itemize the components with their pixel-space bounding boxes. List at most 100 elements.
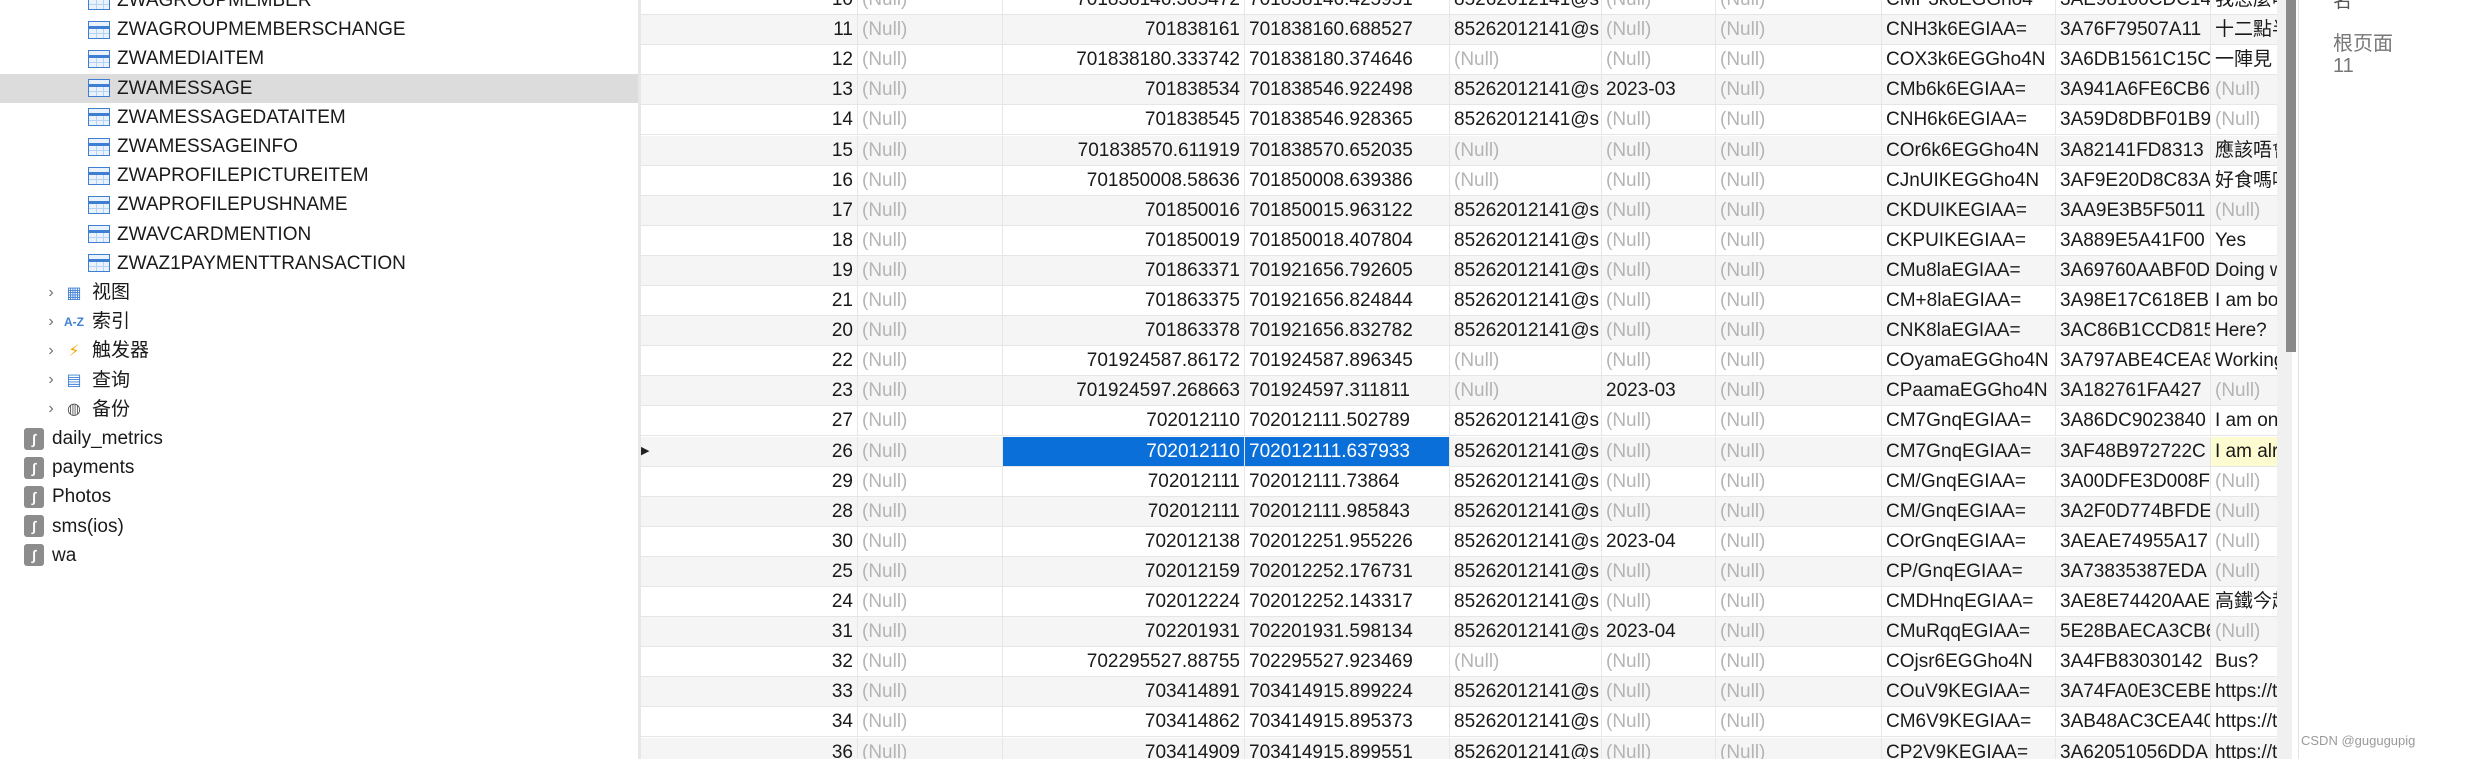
- cell-s6[interactable]: (Null): [2211, 75, 2277, 104]
- table-row[interactable]: 29 (Null) 702012111 702012111.73864 85262012…: [641, 466, 2277, 497]
- cell-s1[interactable]: 85262012141@s: [1450, 466, 1602, 496]
- cell-s2[interactable]: (Null): [1602, 225, 1716, 255]
- cell-s6[interactable]: (Null): [2211, 105, 2277, 134]
- cell-id[interactable]: 30: [647, 526, 858, 556]
- cell-n2[interactable]: 701838161: [1003, 15, 1245, 45]
- cell-s5[interactable]: 3A86DC9023840: [2056, 406, 2211, 436]
- cell-s3[interactable]: (Null): [1716, 75, 1882, 105]
- cell-s5[interactable]: 3A00DFE3D008F: [2056, 466, 2211, 496]
- cell-s3[interactable]: (Null): [1716, 466, 1882, 496]
- cell-n1[interactable]: (Null): [858, 225, 1003, 255]
- cell-n1[interactable]: (Null): [858, 195, 1003, 225]
- cell-n3[interactable]: 701838546.928365: [1245, 105, 1450, 135]
- cell-s6[interactable]: (Null): [2211, 617, 2277, 646]
- cell-n1[interactable]: (Null): [858, 466, 1003, 496]
- table-row[interactable]: ▶ 26 (Null) 702012110 702012111.637933 852620…: [641, 436, 2277, 467]
- cell-s3[interactable]: (Null): [1716, 737, 1882, 759]
- cell-s3[interactable]: (Null): [1716, 286, 1882, 315]
- cell-id[interactable]: 16: [647, 165, 858, 195]
- cell-n3[interactable]: 701850018.407804: [1245, 225, 1450, 255]
- cell-s2[interactable]: (Null): [1602, 15, 1716, 45]
- table-row[interactable]: 12 (Null) 701838180.333742 701838180.374646…: [641, 45, 2277, 76]
- cell-s2[interactable]: (Null): [1602, 0, 1716, 14]
- cell-s3[interactable]: (Null): [1716, 135, 1882, 165]
- table-row[interactable]: 13 (Null) 701838534 701838546.922498 8526201…: [641, 75, 2277, 106]
- cell-s2[interactable]: (Null): [1602, 286, 1716, 315]
- cell-id[interactable]: 24: [647, 587, 858, 616]
- cell-n2[interactable]: 702201931: [1003, 617, 1245, 647]
- tree-table-item[interactable]: ZWAGROUPMEMBERSCHANGE: [0, 15, 638, 44]
- cell-s4[interactable]: CMu8laEGIAA=: [1882, 255, 2056, 285]
- cell-s1[interactable]: 85262012141@s: [1450, 15, 1602, 45]
- cell-n1[interactable]: (Null): [858, 346, 1003, 376]
- cell-s2[interactable]: (Null): [1602, 737, 1716, 759]
- cell-s3[interactable]: (Null): [1716, 15, 1882, 45]
- cell-s1[interactable]: 85262012141@s: [1450, 737, 1602, 759]
- cell-n3[interactable]: 701838546.922498: [1245, 75, 1450, 105]
- tree-table-item[interactable]: ZWAMESSAGE: [0, 73, 638, 103]
- cell-n3[interactable]: 702295527.923469: [1245, 647, 1450, 677]
- cell-s2[interactable]: (Null): [1602, 707, 1716, 737]
- cell-id[interactable]: 33: [647, 677, 858, 707]
- cell-s5[interactable]: 5E28BAECA3CB6: [2056, 617, 2211, 647]
- cell-s1[interactable]: (Null): [1450, 376, 1602, 406]
- cell-s1[interactable]: 85262012141@s: [1450, 75, 1602, 105]
- cell-s6[interactable]: Working: [2211, 346, 2277, 375]
- tree-table-item[interactable]: ZWAPROFILEPICTUREITEM: [0, 161, 638, 190]
- cell-s5[interactable]: 3A69760AABF0D: [2056, 255, 2211, 285]
- cell-s6[interactable]: 應該唔會掛: [2211, 136, 2277, 165]
- grid-scrollbar-thumb[interactable]: [2286, 0, 2296, 352]
- cell-s5[interactable]: 3A797ABE4CEA8: [2056, 346, 2211, 376]
- cell-s6[interactable]: https://t.me/s2he: [2211, 707, 2277, 736]
- cell-id[interactable]: 26: [647, 436, 858, 466]
- cell-n1[interactable]: (Null): [858, 135, 1003, 165]
- table-row[interactable]: 14 (Null) 701838545 701838546.928365 8526201…: [641, 105, 2277, 136]
- cell-id[interactable]: 19: [647, 255, 858, 285]
- cell-n3[interactable]: 701850008.639386: [1245, 165, 1450, 195]
- cell-s3[interactable]: (Null): [1716, 436, 1882, 466]
- cell-s1[interactable]: (Null): [1450, 135, 1602, 165]
- cell-n2[interactable]: 701850008.58636: [1003, 165, 1245, 195]
- cell-s2[interactable]: 2023-03: [1602, 75, 1716, 105]
- cell-n2[interactable]: 702012111: [1003, 496, 1245, 526]
- cell-id[interactable]: 20: [647, 316, 858, 346]
- cell-s2[interactable]: (Null): [1602, 316, 1716, 346]
- tree-database-item[interactable]: ∫ daily_metrics: [0, 424, 638, 453]
- cell-n2[interactable]: 703414909: [1003, 737, 1245, 759]
- cell-n2[interactable]: 701838534: [1003, 75, 1245, 105]
- cell-n3[interactable]: 702012252.143317: [1245, 587, 1450, 616]
- cell-s1[interactable]: 85262012141@s: [1450, 436, 1602, 466]
- cell-s6[interactable]: (Null): [2211, 467, 2277, 496]
- cell-s4[interactable]: CM7GnqEGIAA=: [1882, 436, 2056, 466]
- tree-table-item[interactable]: ZWAMESSAGEDATAITEM: [0, 103, 638, 132]
- cell-s1[interactable]: (Null): [1450, 647, 1602, 677]
- cell-s4[interactable]: CP/GnqEGIAA=: [1882, 556, 2056, 586]
- cell-id[interactable]: 10: [647, 0, 858, 14]
- chevron-right-icon[interactable]: ›: [40, 371, 62, 389]
- cell-s2[interactable]: (Null): [1602, 466, 1716, 496]
- chevron-right-icon[interactable]: ›: [40, 342, 62, 360]
- cell-n3[interactable]: 702012111.502789: [1245, 406, 1450, 436]
- table-row[interactable]: 11 (Null) 701838161 701838160.688527 8526201…: [641, 15, 2277, 46]
- cell-s4[interactable]: CNH6k6EGIAA=: [1882, 105, 2056, 135]
- table-row[interactable]: 34 (Null) 703414862 703414915.895373 8526201…: [641, 707, 2277, 738]
- cell-n2[interactable]: 701850019: [1003, 225, 1245, 255]
- cell-n1[interactable]: (Null): [858, 707, 1003, 737]
- cell-s6[interactable]: Yes: [2211, 226, 2277, 255]
- cell-id[interactable]: 28: [647, 496, 858, 526]
- cell-n1[interactable]: (Null): [858, 677, 1003, 707]
- cell-s4[interactable]: COX3k6EGGho4N: [1882, 45, 2056, 75]
- cell-n2[interactable]: 701838180.333742: [1003, 45, 1245, 75]
- cell-s1[interactable]: 85262012141@s: [1450, 677, 1602, 707]
- cell-s5[interactable]: 3AC86B1CCD815: [2056, 316, 2211, 346]
- cell-s5[interactable]: 3A62051056DDA: [2056, 737, 2211, 759]
- chevron-right-icon[interactable]: ›: [40, 313, 62, 331]
- tree-group-item[interactable]: › ◍ 备份: [0, 395, 638, 424]
- cell-s3[interactable]: (Null): [1716, 556, 1882, 586]
- cell-id[interactable]: 12: [647, 45, 858, 75]
- table-row[interactable]: 24 (Null) 702012224 702012252.143317 8526201…: [641, 587, 2277, 617]
- cell-s3[interactable]: (Null): [1716, 346, 1882, 376]
- cell-n3[interactable]: 701838180.374646: [1245, 45, 1450, 75]
- cell-s5[interactable]: 3AE8E74420AAE: [2056, 587, 2211, 616]
- cell-n1[interactable]: (Null): [858, 45, 1003, 75]
